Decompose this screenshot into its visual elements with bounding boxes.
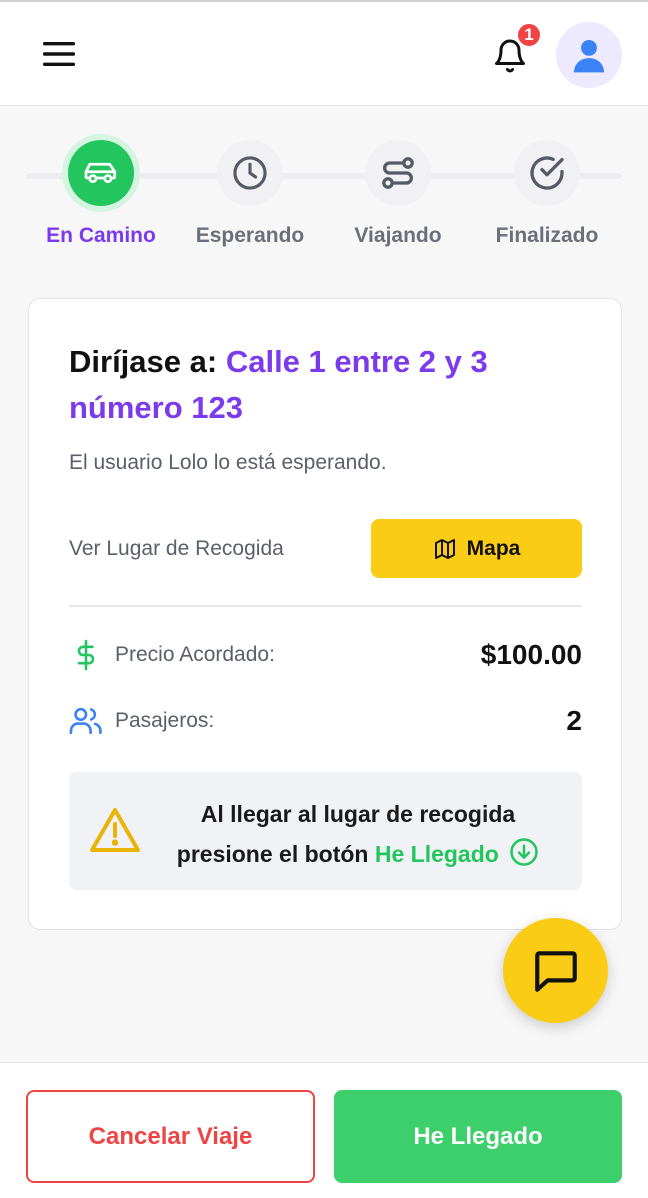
arrow-down-circle-icon <box>510 838 538 866</box>
clock-icon <box>233 156 267 190</box>
route-icon <box>382 157 414 189</box>
passengers-label: Pasajeros: <box>115 709 215 732</box>
app-header: 1 <box>0 2 648 106</box>
user-icon <box>573 39 605 73</box>
notification-badge: 1 <box>516 22 542 48</box>
step-esperando: Esperando <box>175 136 325 248</box>
message-square-icon <box>534 950 577 992</box>
destination-heading: Diríjase a: Calle 1 entre 2 y 3 número 1… <box>69 339 599 431</box>
hamburger-menu-icon <box>43 42 75 66</box>
warning-icon <box>90 808 140 852</box>
notice-line-2: presione el botón He Llegado <box>149 834 567 874</box>
trip-progress-stepper: En Camino Esperando Viajando Finalizado <box>0 106 648 286</box>
divider <box>69 605 582 607</box>
price-row: Precio Acordado: $100.00 <box>69 635 582 675</box>
waiting-message: El usuario Lolo lo está esperando. <box>69 451 387 474</box>
step-circle <box>365 140 431 206</box>
price-label: Precio Acordado: <box>115 643 275 666</box>
arrived-button[interactable]: He Llegado <box>334 1090 622 1183</box>
notice-highlight: He Llegado <box>374 841 499 867</box>
action-footer: Cancelar Viaje He Llegado <box>0 1062 648 1198</box>
trip-card: Diríjase a: Calle 1 entre 2 y 3 número 1… <box>28 298 622 930</box>
cancel-trip-button[interactable]: Cancelar Viaje <box>26 1090 315 1183</box>
heading-prefix: Diríjase a: <box>69 344 218 379</box>
step-label: Esperando <box>195 224 305 247</box>
users-icon <box>69 704 103 738</box>
pickup-label: Ver Lugar de Recogida <box>69 537 284 560</box>
map-button-label: Mapa <box>466 536 521 560</box>
step-circle <box>68 140 134 206</box>
step-circle <box>217 140 283 206</box>
arrival-notice: Al llegar al lugar de recogida presione … <box>69 772 582 890</box>
check-circle-icon <box>530 156 564 190</box>
step-finalizado: Finalizado <box>472 136 622 248</box>
step-label: Viajando <box>354 224 442 247</box>
passengers-row: Pasajeros: 2 <box>69 701 582 741</box>
step-label: Finalizado <box>495 224 599 247</box>
notice-text: Al llegar al lugar de recogida presione … <box>149 794 567 874</box>
passengers-value: 2 <box>566 705 582 736</box>
notice-line-2-prefix: presione el botón <box>176 841 369 867</box>
car-icon <box>84 162 117 184</box>
step-en-camino: En Camino <box>26 136 176 248</box>
menu-button[interactable] <box>36 34 82 74</box>
step-viajando: Viajando <box>323 136 473 248</box>
notice-line-1: Al llegar al lugar de recogida <box>200 801 516 827</box>
price-value: $100.00 <box>480 639 582 670</box>
chat-button[interactable] <box>503 918 608 1023</box>
map-button[interactable]: Mapa <box>371 519 582 578</box>
dollar-icon <box>69 638 103 672</box>
avatar[interactable] <box>556 22 622 88</box>
step-circle <box>514 140 580 206</box>
step-label: En Camino <box>46 224 156 247</box>
map-icon <box>434 538 455 559</box>
